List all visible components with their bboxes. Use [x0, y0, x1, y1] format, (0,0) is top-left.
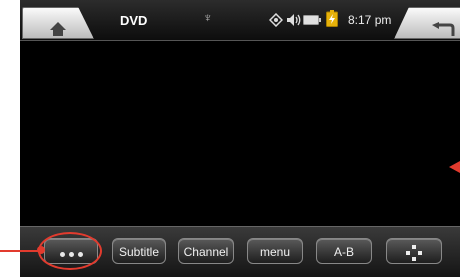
back-button[interactable]: [394, 7, 460, 39]
subtitle-button[interactable]: Subtitle: [112, 238, 166, 264]
home-button[interactable]: [22, 7, 94, 39]
annotation-highlight-circle: [38, 232, 102, 270]
annotation-dot: [37, 246, 45, 254]
annotation-arrow-icon: [449, 161, 460, 173]
clock-time: 8:17 pm: [348, 13, 392, 27]
dpad-button[interactable]: [386, 238, 442, 264]
page-title: DVD: [120, 13, 148, 28]
annotation-leader-line: [0, 250, 40, 252]
battery-icon: [303, 15, 321, 25]
status-bar: DVD ♆ 8:17 pm: [20, 0, 460, 41]
brightness-icon: [269, 13, 283, 27]
channel-button[interactable]: Channel: [178, 238, 234, 264]
a-b-repeat-button[interactable]: A-B: [316, 238, 372, 264]
dpad-icon: [406, 244, 422, 261]
menu-button[interactable]: menu: [247, 238, 303, 264]
home-icon: [50, 22, 66, 36]
volume-icon: [287, 14, 301, 26]
usb-icon: ♆: [203, 10, 213, 25]
back-icon: [432, 22, 455, 36]
charging-icon: [326, 10, 338, 27]
video-display[interactable]: [20, 41, 460, 226]
